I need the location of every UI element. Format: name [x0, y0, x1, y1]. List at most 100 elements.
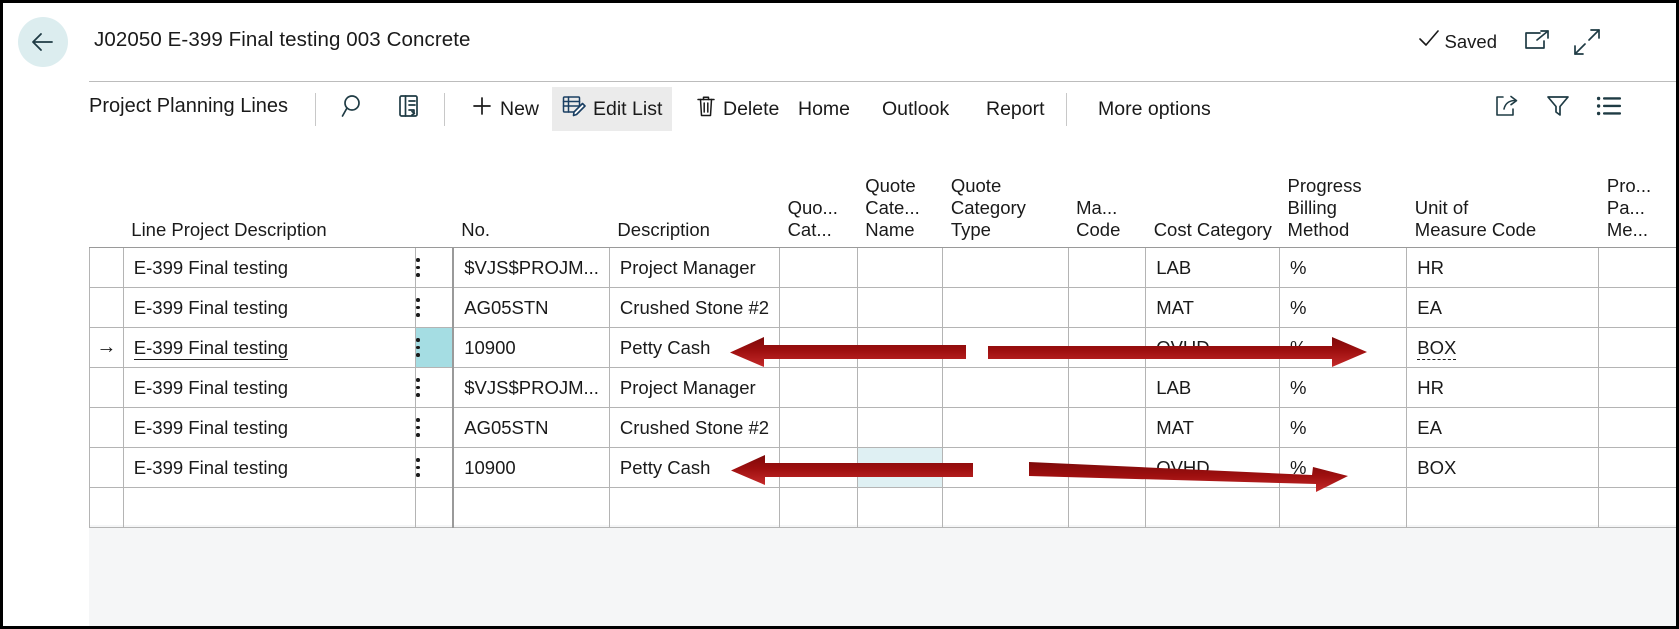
cell-progress_payment_method[interactable] — [1598, 247, 1676, 288]
col-header-ma-code[interactable]: Ma... Code — [1068, 139, 1146, 248]
cell-cost_category[interactable]: LAB — [1145, 367, 1281, 408]
row-menu-button[interactable] — [415, 407, 455, 448]
cell-progress_billing_method[interactable]: % — [1279, 287, 1408, 328]
collapse-button[interactable] — [1573, 28, 1601, 56]
cell-line_project_description[interactable]: E-399 Final testing — [122, 447, 417, 488]
table-row[interactable]: E-399 Final testing AG05STN Crushed Stone … — [89, 287, 1676, 328]
delete-button[interactable]: Delete — [686, 87, 789, 131]
cell-description[interactable]: Project Manager — [608, 247, 781, 288]
cell-progress_billing_method[interactable]: % — [1279, 247, 1408, 288]
cell-progress_payment_method[interactable] — [1598, 447, 1676, 488]
cell-quote_category_type[interactable] — [942, 327, 1069, 368]
focus-mode-button[interactable] — [389, 88, 429, 128]
search-button[interactable] — [334, 88, 374, 128]
cell-quote_cat[interactable] — [779, 447, 858, 488]
cell-description[interactable]: Petty Cash — [608, 327, 781, 368]
cell-quote_category_type[interactable] — [942, 247, 1069, 288]
cell-quote-category-name-highlighted[interactable] — [856, 447, 944, 488]
cell-quote_category_name[interactable] — [856, 407, 944, 448]
cell-line_project_description[interactable]: E-399 Final testing — [122, 287, 417, 328]
cell-description[interactable]: Petty Cash — [608, 447, 781, 488]
table-row[interactable]: E-399 Final testing 10900 Petty Cash OVHD% B… — [89, 447, 1676, 488]
col-header-quote-cat[interactable]: Quo... Cat... — [779, 139, 858, 248]
cell-unit_of_measure_code[interactable]: HR — [1406, 367, 1600, 408]
row-menu-button[interactable] — [415, 287, 455, 328]
cell-ma_code[interactable] — [1067, 367, 1147, 408]
cell-unit_of_measure_code[interactable] — [1406, 487, 1600, 528]
cell-unit_of_measure_code[interactable]: EA — [1406, 407, 1600, 448]
col-header-quote-category-type[interactable]: Quote Category Type — [942, 139, 1069, 248]
cell-quote_category_type[interactable] — [942, 407, 1069, 448]
cell-line_project_description[interactable]: E-399 Final testing — [122, 327, 417, 368]
cell-line_project_description[interactable]: E-399 Final testing — [122, 367, 417, 408]
cell-no[interactable] — [452, 487, 610, 528]
row-menu-button[interactable] — [415, 367, 455, 408]
cell-progress_payment_method[interactable] — [1598, 287, 1676, 328]
cell-progress_payment_method[interactable] — [1598, 487, 1676, 528]
col-header-progress-billing-method[interactable]: Progress Billing Method — [1279, 139, 1407, 248]
table-row[interactable]: E-399 Final testing $VJS$PROJM... Project … — [89, 367, 1676, 408]
table-row[interactable]: → E-399 Final testing 10900 Petty Cash OVHD%… — [89, 327, 1676, 368]
col-header-line-project-description[interactable]: Line Project Description — [123, 139, 416, 248]
cell-unit_of_measure_code[interactable]: BOX — [1406, 327, 1600, 368]
cell-quote_cat[interactable] — [779, 287, 858, 328]
cell-description[interactable]: Crushed Stone #2 — [608, 407, 781, 448]
cell-line_project_description[interactable] — [122, 487, 417, 528]
cell-cost_category[interactable]: MAT — [1145, 407, 1281, 448]
cell-cost_category[interactable] — [1145, 487, 1281, 528]
cell-unit_of_measure_code[interactable]: EA — [1406, 287, 1600, 328]
cell-ma_code[interactable] — [1067, 407, 1147, 448]
cell-no[interactable]: AG05STN — [452, 407, 610, 448]
row-menu-button[interactable] — [415, 447, 455, 488]
more-options-button[interactable]: More options — [1088, 87, 1221, 131]
cell-no[interactable]: 10900 — [452, 447, 610, 488]
col-header-unit-of-measure-code[interactable]: Unit of Measure Code — [1406, 139, 1599, 248]
cell-unit_of_measure_code[interactable]: BOX — [1406, 447, 1600, 488]
cell-progress_billing_method[interactable]: % — [1279, 327, 1408, 368]
cell-quote_category_name[interactable] — [856, 287, 944, 328]
cell-ma_code[interactable] — [1067, 487, 1147, 528]
filter-button[interactable] — [1537, 88, 1579, 128]
outlook-tab[interactable]: Outlook — [872, 87, 959, 131]
cell-cost_category[interactable]: MAT — [1145, 287, 1281, 328]
cell-quote_category_type[interactable] — [942, 287, 1069, 328]
cell-ma_code[interactable] — [1067, 287, 1147, 328]
cell-line_project_description[interactable]: E-399 Final testing — [122, 247, 417, 288]
cell-progress_payment_method[interactable] — [1598, 367, 1676, 408]
cell-quote_cat[interactable] — [779, 367, 858, 408]
col-header-quote-category-name[interactable]: Quote Cate... Name — [857, 139, 943, 248]
cell-quote_category_type[interactable] — [942, 367, 1069, 408]
cell-ma_code[interactable] — [1067, 327, 1147, 368]
cell-quote_category_name[interactable] — [856, 487, 944, 528]
cell-quote_category_name[interactable] — [856, 327, 944, 368]
cell-cost_category[interactable]: OVHD — [1145, 447, 1281, 488]
cell-ma_code[interactable] — [1067, 447, 1147, 488]
cell-quote_category_name[interactable] — [856, 367, 944, 408]
row-menu-button[interactable] — [415, 327, 455, 368]
cell-quote_category_type[interactable] — [942, 447, 1069, 488]
report-tab[interactable]: Report — [976, 87, 1055, 131]
cell-no[interactable]: 10900 — [452, 327, 610, 368]
cell-no[interactable]: $VJS$PROJM... — [452, 247, 610, 288]
cell-progress_billing_method[interactable]: % — [1279, 367, 1408, 408]
open-new-window-button[interactable] — [1523, 29, 1551, 55]
table-row[interactable]: E-399 Final testing AG05STN Crushed Stone … — [89, 407, 1676, 448]
cell-unit_of_measure_code[interactable]: HR — [1406, 247, 1600, 288]
cell-description[interactable]: Project Manager — [608, 367, 781, 408]
new-button[interactable]: New — [461, 87, 549, 131]
col-header-no[interactable]: No. — [453, 139, 610, 248]
cell-quote_cat[interactable] — [779, 247, 858, 288]
cell-no[interactable]: AG05STN — [452, 287, 610, 328]
cell-no[interactable]: $VJS$PROJM... — [452, 367, 610, 408]
cell-progress_payment_method[interactable] — [1598, 327, 1676, 368]
list-view-button[interactable] — [1588, 88, 1630, 128]
cell-quote_category_type[interactable] — [942, 487, 1069, 528]
col-header-progress-payment-method[interactable]: Pro... Pa... Me... — [1598, 139, 1676, 248]
share-button[interactable] — [1487, 88, 1529, 128]
cell-quote_category_name[interactable] — [856, 247, 944, 288]
row-menu-button[interactable] — [415, 247, 455, 288]
cell-progress_billing_method[interactable] — [1279, 487, 1408, 528]
col-header-description[interactable]: Description — [609, 139, 780, 248]
cell-cost_category[interactable]: LAB — [1145, 247, 1281, 288]
cell-description[interactable] — [608, 487, 781, 528]
